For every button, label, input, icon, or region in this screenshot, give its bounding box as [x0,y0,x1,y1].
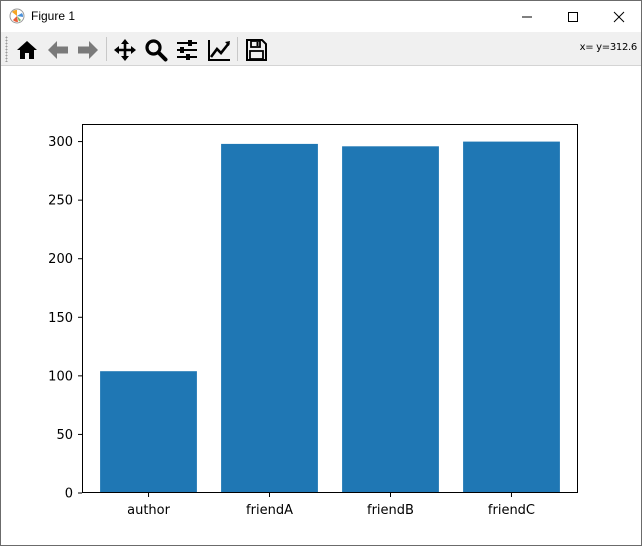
toolbar-grip[interactable] [5,36,8,62]
toolbar-separator [237,37,238,61]
maximize-button[interactable] [550,1,596,32]
bar-friendB [342,146,439,494]
minimize-icon [522,16,532,17]
x-tick-label: friendB [367,503,414,518]
save-icon [246,38,267,61]
home-icon [17,40,37,59]
matplotlib-logo-icon [9,8,25,24]
zoom-icon [145,38,168,61]
forward-button[interactable] [74,36,102,63]
forward-arrow-icon [78,40,98,59]
maximize-icon [568,11,578,22]
bar-chart: author friendA friendB friendC 0 50 100 150 200 2… [48,124,578,518]
home-button[interactable] [13,36,41,63]
save-button[interactable] [242,36,270,63]
y-tick-label: 250 [48,194,73,209]
close-button[interactable] [596,1,642,32]
y-tick-label: 100 [48,369,73,384]
y-tick-label: 200 [48,252,73,267]
y-tick-label: 150 [48,311,73,326]
toolbar-separator [106,37,107,61]
cursor-coordinates: x= y=312.6 [579,42,638,53]
window-title: Figure 1 [31,9,76,23]
figure-canvas[interactable]: author friendA friendB friendC 0 50 100 150 200 2… [1,67,641,545]
back-arrow-icon [48,40,68,59]
subplots-icon [177,39,197,60]
close-icon [613,11,625,22]
figure-window: Figure 1 x= y=312.6 author friendA frien… [0,0,642,546]
x-tick-label: friendA [246,503,293,518]
zoom-button[interactable] [142,36,170,63]
bar-friendC [463,141,560,493]
x-tick-label: friendC [488,503,535,518]
y-tick-label: 300 [48,135,73,150]
title-bar[interactable]: Figure 1 [1,1,641,32]
bar-friendA [221,143,318,493]
pan-icon [114,38,136,61]
edit-curve-icon [208,39,231,61]
navigation-toolbar: x= y=312.6 [1,32,641,66]
edit-axis-button[interactable] [205,36,233,63]
y-tick-label: 50 [56,428,73,443]
back-button[interactable] [44,36,72,63]
minimize-button[interactable] [504,1,550,32]
bar-author [100,371,197,493]
subplots-button[interactable] [173,36,201,63]
y-tick-label: 0 [65,487,73,502]
x-tick-label: author [127,503,170,518]
pan-button[interactable] [111,36,139,63]
